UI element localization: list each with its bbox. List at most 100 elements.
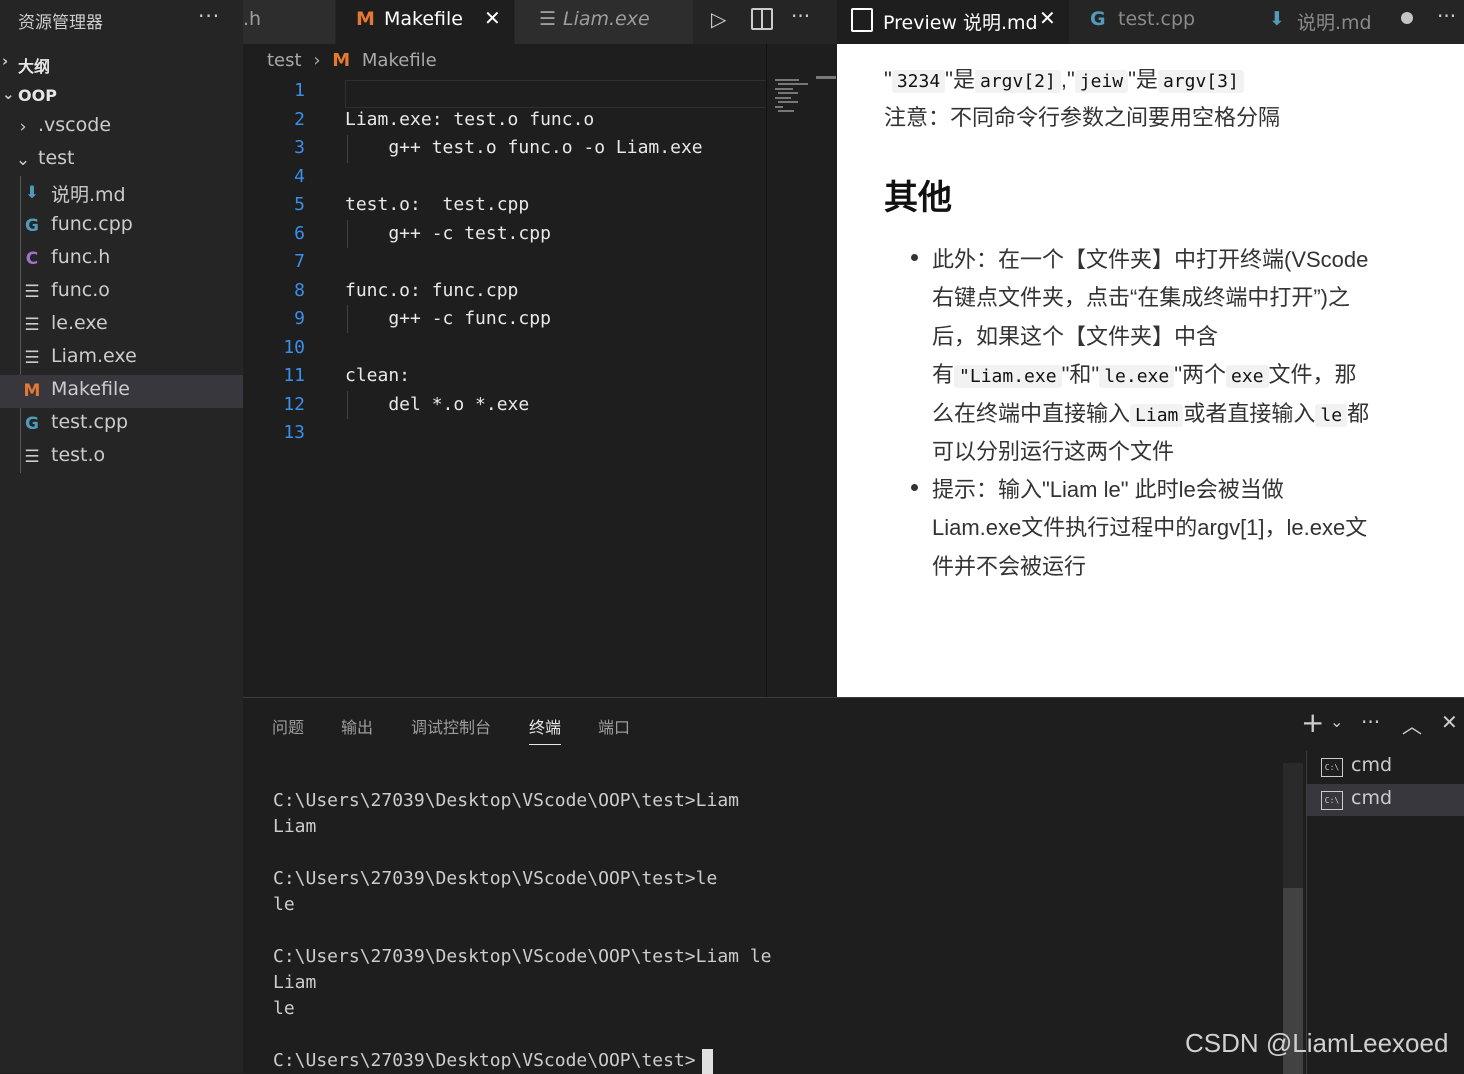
preview-tab-bar: Preview 说明.md ✕ G test.cpp ⬇ 说明.md ···: [837, 0, 1464, 44]
bullet-icon: [911, 484, 918, 491]
terminal-line: le: [273, 894, 295, 915]
tab-test-cpp[interactable]: G test.cpp: [1070, 0, 1248, 44]
preview-text-line: 件并不会被运行: [932, 554, 1087, 579]
preview-heading: 其他: [884, 179, 952, 217]
tab-problems[interactable]: 问题: [272, 714, 304, 738]
line-number: 13: [283, 422, 305, 443]
line-number: 12: [283, 393, 305, 415]
tree-item-label: Makefile: [51, 378, 130, 400]
terminal-line: le: [273, 998, 295, 1019]
tree-item-label: test.o: [51, 444, 106, 466]
outline-label: 大纲: [18, 57, 51, 76]
preview-args-line: " 3234 "是 argv[2] ," jeiw "是 argv[3]: [884, 62, 1244, 94]
tab-label: .h: [243, 8, 262, 30]
terminal-line: Liam: [273, 972, 317, 993]
terminal-item-cmd[interactable]: C:\ cmd: [1307, 751, 1464, 783]
minimap[interactable]: [766, 44, 838, 697]
terminal-item-label: cmd: [1351, 754, 1393, 776]
project-section[interactable]: ⌄ OOP: [0, 81, 243, 111]
close-panel-icon[interactable]: ✕: [1441, 710, 1458, 734]
tab-terminal[interactable]: 终端: [529, 714, 562, 745]
chevron-down-icon[interactable]: ⌄: [1330, 712, 1343, 731]
code-line[interactable]: g++ -c func.cpp: [345, 308, 551, 329]
preview-note: 注意：不同命令行参数之间要用空格分隔: [884, 105, 1281, 130]
line-number: 2: [294, 108, 305, 130]
tab-ports[interactable]: 端口: [598, 714, 630, 738]
close-icon[interactable]: ✕: [484, 6, 501, 30]
new-terminal-icon[interactable]: +: [1301, 706, 1324, 739]
outline-section[interactable]: › 大纲: [0, 48, 243, 78]
csdn-watermark: CSDN @LiamLeexoed: [1185, 1028, 1449, 1058]
code-line[interactable]: test.o: test.cpp: [345, 194, 529, 215]
code-line[interactable]: Liam.exe: test.o func.o: [345, 109, 594, 130]
tree-file-le-exe[interactable]: ☰ le.exe: [0, 309, 243, 342]
run-icon[interactable]: ▷: [711, 7, 726, 31]
code-line[interactable]: g++ test.o func.o -o Liam.exe: [345, 137, 702, 158]
breadcrumb-folder[interactable]: test: [267, 50, 302, 71]
makefile-icon: M: [332, 50, 351, 71]
preview-text-line: 有 "Liam.exe "和" le.exe "两个 exe 文件，那: [932, 362, 1357, 388]
tab-liam-exe[interactable]: ☰ Liam.exe: [515, 0, 694, 44]
breadcrumb-file[interactable]: Makefile: [356, 50, 437, 71]
tree-file-func-o[interactable]: ☰ func.o: [0, 276, 243, 309]
more-actions-icon[interactable]: ···: [198, 4, 220, 28]
tree-file-test-cpp[interactable]: G test.cpp: [0, 408, 243, 441]
tree-item-label: func.cpp: [51, 213, 133, 235]
tree-file-readme[interactable]: ⬇ 说明.md: [0, 177, 243, 210]
project-label: OOP: [18, 86, 57, 105]
tree-file-makefile[interactable]: M Makefile: [0, 375, 243, 408]
bottom-panel: 问题 输出 调试控制台 终端 端口 + ⌄ ··· ︿ ✕ C:\Users\2…: [243, 697, 1464, 1074]
more-actions-icon[interactable]: ···: [1361, 710, 1380, 734]
code-line[interactable]: clean:: [345, 365, 410, 386]
tree-item-label: le.exe: [51, 312, 108, 334]
terminal-list: C:\ cmd C:\ cmd: [1306, 751, 1464, 1074]
overview-ruler: [816, 76, 836, 79]
tree-folder-vscode[interactable]: › .vscode: [0, 111, 243, 144]
tab-debug-console[interactable]: 调试控制台: [411, 714, 491, 738]
more-actions-icon[interactable]: ···: [1437, 4, 1456, 28]
editor-group: .h M Makefile ✕ ☰ Liam.exe ▷ ··· test › …: [243, 0, 838, 697]
tree-file-func-cpp[interactable]: G func.cpp: [0, 210, 243, 243]
tree-file-test-o[interactable]: ☰ test.o: [0, 441, 243, 474]
tree-folder-test[interactable]: ⌄ test: [0, 144, 243, 177]
terminal-cursor: [702, 1049, 713, 1074]
tree-file-liam-exe[interactable]: ☰ Liam.exe: [0, 342, 243, 375]
binary-file-icon: ☰: [24, 447, 40, 467]
maximize-panel-icon[interactable]: ︿: [1402, 710, 1422, 739]
tab-makefile[interactable]: M Makefile ✕: [336, 0, 515, 44]
tree-item-label: .vscode: [38, 114, 112, 136]
unsaved-dot-icon[interactable]: [1401, 12, 1413, 24]
code-line[interactable]: del *.o *.exe: [345, 394, 529, 415]
preview-text-line: 提示：输入"Liam le" 此时le会被当做: [932, 477, 1284, 502]
line-number: 9: [294, 308, 305, 329]
terminal-line: C:\Users\27039\Desktop\VScode\OOP\test>: [273, 1050, 696, 1071]
tree-file-func-h[interactable]: C func.h: [0, 243, 243, 276]
line-number: 10: [283, 336, 305, 358]
cpp-file-icon: G: [25, 216, 39, 236]
terminal-item-cmd[interactable]: C:\ cmd: [1307, 784, 1464, 816]
tree-item-label: test: [38, 147, 75, 169]
markdown-file-icon: ⬇: [24, 183, 40, 203]
chevron-down-icon: ⌄: [2, 85, 15, 103]
markdown-file-icon: ⬇: [1269, 8, 1285, 30]
markdown-preview: Preview 说明.md ✕ G test.cpp ⬇ 说明.md ··· "…: [837, 0, 1464, 697]
tree-item-label: func.o: [51, 279, 110, 301]
tab-output[interactable]: 输出: [341, 714, 373, 738]
chevron-right-icon: ›: [313, 50, 321, 71]
makefile-icon: M: [23, 381, 41, 401]
editor-tab-bar: .h M Makefile ✕ ☰ Liam.exe ▷ ···: [243, 0, 837, 44]
more-actions-icon[interactable]: ···: [791, 4, 810, 28]
tab-readme[interactable]: ⬇ 说明.md: [1249, 0, 1427, 44]
split-editor-icon[interactable]: [751, 8, 773, 30]
line-number: 3: [294, 137, 305, 158]
tab-preview-readme[interactable]: Preview 说明.md ✕: [837, 0, 1069, 44]
tree-item-label: func.h: [51, 246, 111, 268]
code-line[interactable]: func.o: func.cpp: [345, 280, 518, 301]
code-line[interactable]: g++ -c test.cpp: [345, 223, 551, 244]
close-icon[interactable]: ✕: [1039, 6, 1056, 30]
bullet-icon: [911, 254, 918, 261]
terminal-line: C:\Users\27039\Desktop\VScode\OOP\test>L…: [273, 790, 739, 811]
tab-header-file[interactable]: .h: [243, 0, 336, 44]
line-number: 8: [294, 279, 305, 301]
line-number: 4: [294, 165, 305, 187]
